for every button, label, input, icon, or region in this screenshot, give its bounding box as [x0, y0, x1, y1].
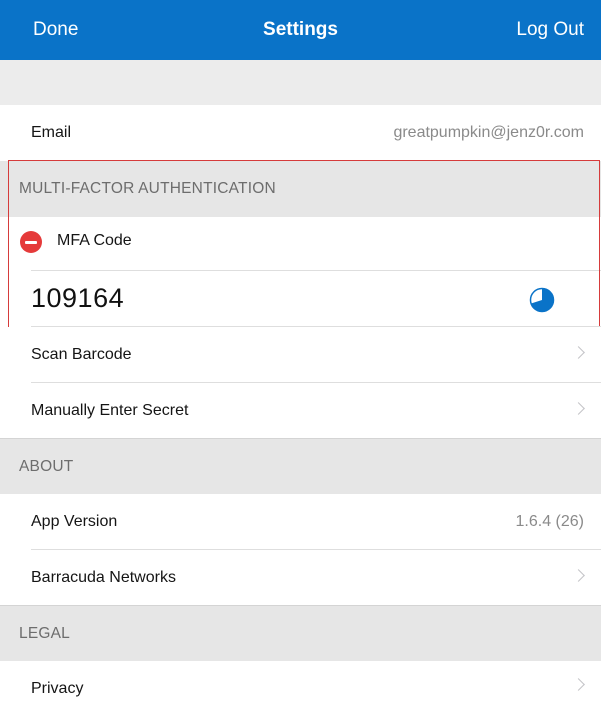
- log-out-button[interactable]: Log Out: [516, 0, 584, 60]
- chevron-right-icon: [572, 569, 585, 582]
- countdown-timer-icon: [529, 287, 555, 313]
- mfa-code-value: 109164: [31, 283, 125, 313]
- app-version-label: App Version: [31, 513, 118, 530]
- privacy-row[interactable]: Privacy: [0, 661, 601, 717]
- scan-barcode-row[interactable]: Scan Barcode: [0, 327, 601, 383]
- chevron-right-icon: [572, 402, 585, 415]
- manual-secret-row[interactable]: Manually Enter Secret: [0, 383, 601, 439]
- about-section-title: ABOUT: [19, 458, 74, 475]
- app-version-value: 1.6.4 (26): [515, 513, 584, 530]
- chevron-right-icon: [572, 678, 585, 691]
- barracuda-networks-label: Barracuda Networks: [31, 569, 176, 586]
- about-section-header: ABOUT: [0, 439, 601, 496]
- minus-circle-icon[interactable]: [20, 231, 42, 253]
- manual-secret-label: Manually Enter Secret: [31, 402, 189, 419]
- mfa-code-label: MFA Code: [57, 232, 132, 249]
- page-title: Settings: [263, 19, 338, 40]
- chevron-right-icon: [572, 346, 585, 359]
- barracuda-networks-row[interactable]: Barracuda Networks: [0, 550, 601, 606]
- top-spacer: [0, 60, 601, 105]
- app-version-row: App Version 1.6.4 (26): [0, 494, 601, 550]
- mfa-section-title: MULTI-FACTOR AUTHENTICATION: [19, 180, 276, 197]
- scan-barcode-label: Scan Barcode: [31, 346, 132, 363]
- legal-section-header: LEGAL: [0, 606, 601, 663]
- privacy-label: Privacy: [31, 680, 84, 697]
- mfa-section-header: MULTI-FACTOR AUTHENTICATION: [0, 161, 601, 218]
- legal-section-title: LEGAL: [19, 625, 70, 642]
- email-row: Email greatpumpkin@jenz0r.com: [0, 105, 601, 161]
- email-label: Email: [31, 124, 72, 141]
- email-value: greatpumpkin@jenz0r.com: [393, 124, 584, 141]
- navigation-bar: Done Settings Log Out: [0, 0, 601, 60]
